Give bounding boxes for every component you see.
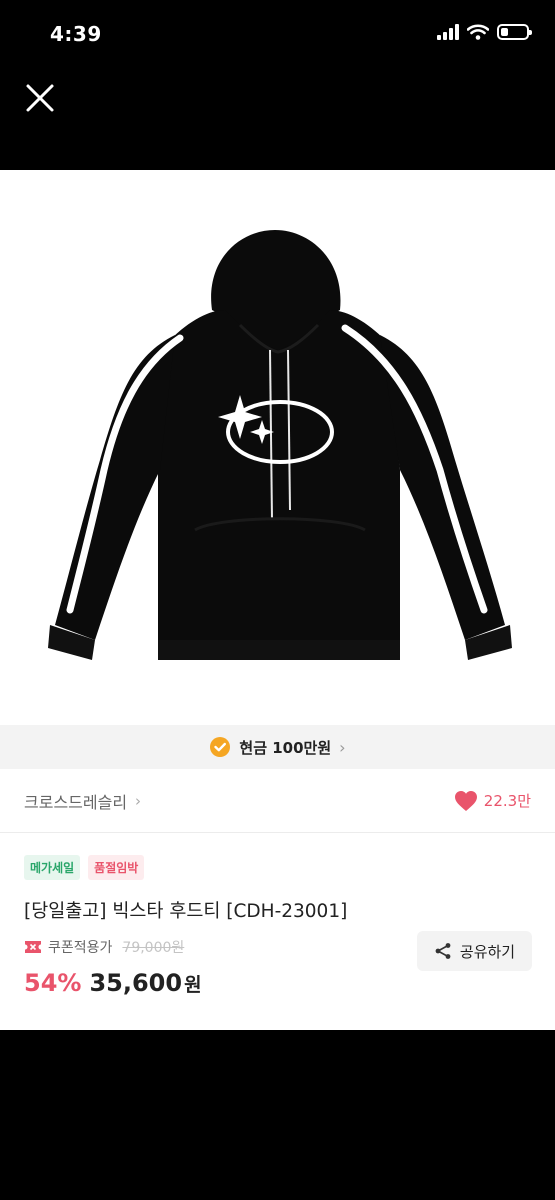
wifi-icon <box>467 24 489 40</box>
heart-icon <box>454 790 477 811</box>
coupon-icon <box>25 941 41 953</box>
signal-icon <box>437 24 459 40</box>
status-time: 4:39 <box>50 22 102 46</box>
product-info: 메가세일 품절임박 [당일출고] 빅스타 후드티 [CDH-23001] 쿠폰적… <box>0 833 555 1030</box>
badges: 메가세일 품절임박 <box>24 855 145 880</box>
shop-row: 크로스드레슬리 › 22.3만 <box>0 769 555 833</box>
share-icon <box>435 943 451 959</box>
cash-banner-text: 현금 100만원 <box>239 738 332 757</box>
like-count: 22.3만 <box>483 792 531 810</box>
chevron-right-icon: › <box>135 791 142 810</box>
product-title: [당일출고] 빅스타 후드티 [CDH-23001] <box>24 901 348 922</box>
price-unit: 원 <box>184 974 202 996</box>
share-button[interactable]: 공유하기 <box>417 931 532 971</box>
check-badge-icon <box>210 737 231 757</box>
discount-rate: 54% <box>24 969 82 997</box>
mega-sale-badge: 메가세일 <box>24 855 81 880</box>
shop-name: 크로스드레슬리 <box>24 792 128 812</box>
product-image[interactable] <box>0 170 555 725</box>
low-stock-badge: 품절임박 <box>88 855 145 880</box>
share-label: 공유하기 <box>459 942 516 961</box>
product-sheet: 현금 100만원 › 크로스드레슬리 › 22.3만 메가세일 품절임박 [당일… <box>0 170 555 1030</box>
close-button[interactable] <box>22 80 58 116</box>
chevron-right-icon: › <box>339 737 346 757</box>
sale-price: 35,600 <box>89 969 183 997</box>
status-bar: 4:39 <box>0 0 555 70</box>
coupon-label: 쿠폰적용가 <box>48 940 113 956</box>
battery-icon <box>497 24 532 40</box>
shop-link[interactable]: 크로스드레슬리 › <box>24 789 141 813</box>
status-icons <box>437 24 532 40</box>
coupon-row: 쿠폰적용가 79,000원 <box>24 937 184 957</box>
original-price: 79,000원 <box>122 940 185 956</box>
cash-banner[interactable]: 현금 100만원 › <box>0 725 555 769</box>
like-button[interactable]: 22.3만 <box>454 790 531 812</box>
price-row: 54% 35,600 원 <box>24 969 202 997</box>
